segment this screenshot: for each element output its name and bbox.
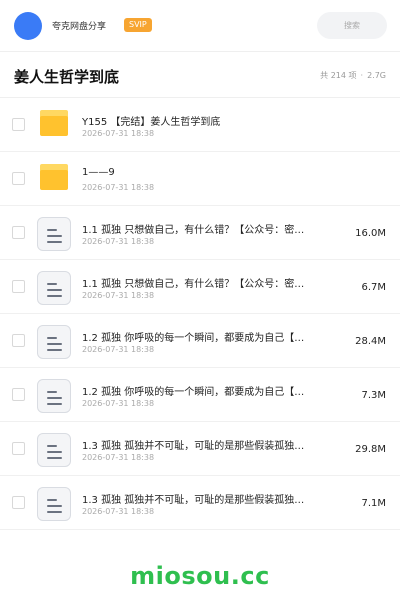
file-date: 2026-07-31 18:38	[82, 237, 155, 246]
folder-icon	[40, 110, 68, 136]
page-title: 姜人生哲学到底	[14, 68, 120, 86]
select-checkbox[interactable]	[12, 442, 25, 455]
list-item[interactable]: 1——9 2026-07-31 18:38	[0, 152, 400, 206]
document-icon	[37, 325, 71, 359]
file-list: Y155 【完结】姜人生哲学到底 2026-07-31 18:38 1——9 2…	[0, 98, 400, 530]
document-icon	[37, 487, 71, 521]
select-checkbox[interactable]	[12, 388, 25, 401]
file-date: 2026-07-31 18:38	[82, 399, 155, 408]
document-icon	[37, 379, 71, 413]
top-bar: 夸克网盘分享 SVIP 搜索	[0, 0, 400, 52]
file-name: 1.2 孤独 你呼吸的每一个瞬间，都要成为自己【…	[82, 387, 305, 398]
select-checkbox[interactable]	[12, 496, 25, 509]
file-size: 29.8M	[355, 444, 386, 455]
file-size: 7.3M	[361, 390, 386, 401]
avatar[interactable]	[14, 12, 42, 40]
file-date: 2026-07-31 18:38	[82, 183, 155, 192]
file-size: 7.1M	[361, 498, 386, 509]
document-icon	[37, 271, 71, 305]
select-checkbox[interactable]	[12, 226, 25, 239]
item-count: 共 214 项	[320, 71, 357, 80]
file-date: 2026-07-31 18:38	[82, 507, 155, 516]
file-size: 16.0M	[355, 228, 386, 239]
folder-summary: 共 214 项 · 2.7G	[318, 70, 388, 81]
file-name: 1.3 孤独 孤独并不可耻，可耻的是那些假装孤独…	[82, 441, 305, 452]
file-date: 2026-07-31 18:38	[82, 129, 155, 138]
search-placeholder: 搜索	[344, 21, 360, 30]
file-name: Y155 【完结】姜人生哲学到底	[82, 117, 221, 128]
file-name: 1——9	[82, 167, 115, 178]
list-item[interactable]: 1.3 孤独 孤独并不可耻，可耻的是那些假装孤独… 2026-07-31 18:…	[0, 476, 400, 530]
file-name: 1.1 孤独 只想做自己，有什么错？【公众号：密…	[82, 279, 305, 290]
list-item[interactable]: 1.2 孤独 你呼吸的每一个瞬间，都要成为自己【… 2026-07-31 18:…	[0, 368, 400, 422]
file-size: 28.4M	[355, 336, 386, 347]
search-input[interactable]: 搜索	[317, 12, 387, 39]
file-date: 2026-07-31 18:38	[82, 453, 155, 462]
list-item[interactable]: Y155 【完结】姜人生哲学到底 2026-07-31 18:38	[0, 98, 400, 152]
select-checkbox[interactable]	[12, 334, 25, 347]
select-checkbox[interactable]	[12, 280, 25, 293]
folder-header: 姜人生哲学到底 共 214 项 · 2.7G	[0, 52, 400, 98]
select-checkbox[interactable]	[12, 172, 25, 185]
file-date: 2026-07-31 18:38	[82, 345, 155, 354]
list-item[interactable]: 1.1 孤独 只想做自己，有什么错？【公众号：密… 2026-07-31 18:…	[0, 206, 400, 260]
file-size: 6.7M	[361, 282, 386, 293]
list-item[interactable]: 1.1 孤独 只想做自己，有什么错？【公众号：密… 2026-07-31 18:…	[0, 260, 400, 314]
folder-icon	[40, 164, 68, 190]
list-item[interactable]: 1.2 孤独 你呼吸的每一个瞬间，都要成为自己【… 2026-07-31 18:…	[0, 314, 400, 368]
svip-badge: SVIP	[124, 18, 152, 32]
total-size: 2.7G	[367, 71, 386, 80]
list-item[interactable]: 1.3 孤独 孤独并不可耻，可耻的是那些假装孤独… 2026-07-31 18:…	[0, 422, 400, 476]
username: 夸克网盘分享	[52, 22, 107, 32]
document-icon	[37, 217, 71, 251]
select-checkbox[interactable]	[12, 118, 25, 131]
file-name: 1.3 孤独 孤独并不可耻，可耻的是那些假装孤独…	[82, 495, 305, 506]
watermark-text: miosou.cc	[130, 562, 270, 590]
file-name: 1.2 孤独 你呼吸的每一个瞬间，都要成为自己【…	[82, 333, 305, 344]
document-icon	[37, 433, 71, 467]
file-name: 1.1 孤独 只想做自己，有什么错？【公众号：密…	[82, 225, 305, 236]
summary-separator: ·	[360, 71, 364, 80]
file-date: 2026-07-31 18:38	[82, 291, 155, 300]
